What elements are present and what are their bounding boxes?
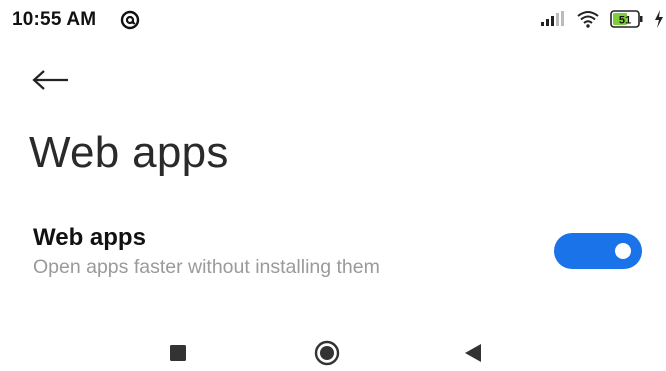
navigation-bar [0, 338, 666, 369]
status-time: 10:55 AM [12, 9, 97, 30]
setting-row-web-apps[interactable]: Web apps Open apps faster without instal… [0, 218, 666, 286]
back-button[interactable] [30, 64, 78, 100]
toggle-knob [615, 243, 631, 259]
status-bar: 10:55 AM 51 [0, 0, 666, 44]
signal-icon [540, 10, 566, 32]
page-title: Web apps [29, 128, 229, 177]
back-arrow-icon [30, 68, 70, 97]
status-icons: 51 [540, 8, 666, 34]
setting-title: Web apps [33, 224, 146, 251]
svg-text:51: 51 [619, 14, 631, 26]
nav-back-button[interactable] [458, 342, 488, 369]
recents-icon [168, 343, 188, 368]
recents-button[interactable] [163, 344, 193, 366]
home-button[interactable] [312, 340, 342, 366]
setting-subtitle: Open apps faster without installing them [33, 256, 380, 278]
web-apps-toggle[interactable] [554, 233, 642, 269]
charging-icon [654, 9, 664, 33]
at-sign-icon [120, 10, 140, 30]
wifi-icon [576, 10, 600, 33]
nav-back-icon [461, 342, 485, 369]
battery-icon: 51 [610, 9, 644, 33]
home-icon [312, 340, 342, 371]
